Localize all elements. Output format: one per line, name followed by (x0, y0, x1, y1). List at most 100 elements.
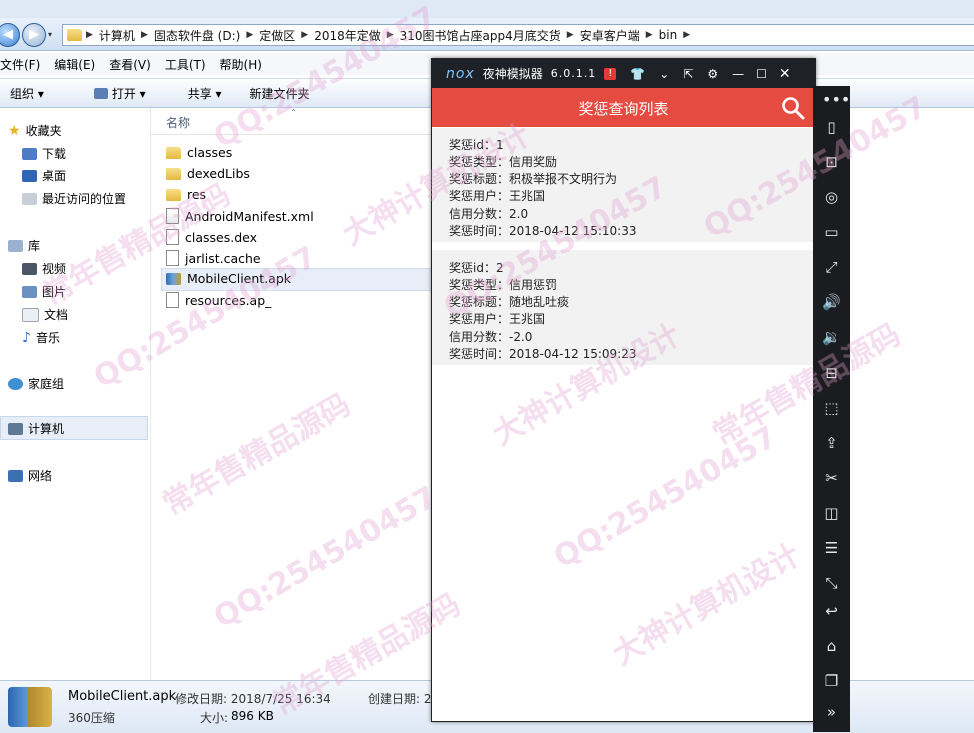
nav-favorites[interactable]: ★ 收藏夹 (8, 122, 62, 139)
file-item-name: AndroidManifest.xml (185, 208, 314, 224)
volume-up-icon[interactable]: 🔊 (822, 293, 841, 312)
nav-pictures-label: 图片 (42, 285, 67, 299)
folder-icon (166, 146, 181, 159)
address-toolbar: ◀ ▶ ▾ ▶ 计算机 ▶ 固态软件盘 (D:) ▶ 定做区 ▶ 2018年定做 ▶ 3… (0, 18, 974, 51)
breadcrumb-drive[interactable]: 固态软件盘 (D:) (148, 27, 246, 44)
multi-instance-icon[interactable]: ◫ (822, 504, 841, 523)
nav-music[interactable]: ♪ 音乐 (22, 329, 60, 346)
nav-videos[interactable]: 视频 (22, 260, 66, 277)
folder-icon (67, 29, 82, 41)
record-card[interactable]: 奖惩id：1 奖惩类型：信用奖励 奖惩标题：积极举报不文明行为 奖惩用户：王兆国… (432, 128, 813, 246)
search-icon[interactable] (781, 96, 805, 120)
nav-pictures[interactable]: 图片 (22, 283, 66, 300)
install-apk-icon[interactable]: ⇪ (822, 434, 841, 453)
address-bar[interactable]: ▶ 计算机 ▶ 固态软件盘 (D:) ▶ 定做区 ▶ 2018年定做 ▶ 310图书馆占… (62, 24, 974, 46)
forward-button[interactable]: ▶ (22, 23, 46, 47)
pin-icon[interactable]: ⇱ (683, 67, 693, 81)
nav-downloads-label: 下载 (42, 147, 67, 161)
recent-apps-icon[interactable]: ❐ (822, 672, 841, 691)
file-item[interactable]: AndroidManifest.xml (166, 208, 314, 224)
library-icon (8, 239, 23, 252)
chevron-right-icon: ▶ (246, 30, 254, 40)
value-time: 2018-04-12 15:10:33 (509, 224, 637, 238)
record-score: 信用分数：-2.0 (449, 328, 532, 345)
breadcrumb-android-client[interactable]: 安卓客户端 (574, 27, 646, 44)
menu-view[interactable]: 查看(V) (109, 56, 159, 73)
menu-icon[interactable]: ☰ (822, 539, 841, 558)
screenshot-icon[interactable]: ⬚ (822, 399, 841, 418)
home-icon[interactable]: ⌂ (822, 637, 841, 656)
shirt-icon[interactable]: 👕 (630, 67, 645, 81)
keyboard-icon[interactable]: ▭ (822, 223, 841, 242)
file-item-name: jarlist.cache (185, 250, 261, 266)
share-button[interactable]: 共享 ▾ (178, 85, 232, 102)
expand-icon[interactable]: » (822, 703, 841, 722)
location-icon[interactable]: ◎ (822, 188, 841, 207)
nav-desktop[interactable]: 桌面 (22, 167, 66, 184)
file-item[interactable]: classes (166, 145, 232, 160)
nav-libraries-label: 库 (28, 239, 41, 253)
file-item[interactable]: jarlist.cache (166, 250, 261, 266)
fullscreen-icon[interactable]: ⤢ (822, 258, 841, 277)
back-button[interactable]: ◀ (0, 23, 20, 47)
record-id: 奖惩id：2 (449, 259, 504, 276)
header-divider (151, 134, 441, 135)
label-score: 信用分数： (449, 207, 510, 221)
menu-tools[interactable]: 工具(T) (165, 56, 214, 73)
menu-edit[interactable]: 编辑(E) (54, 56, 103, 73)
alert-icon[interactable]: ! (604, 67, 617, 80)
scissors-icon[interactable]: ✂ (822, 469, 841, 488)
file-item[interactable]: res (166, 187, 206, 202)
folder-icon (166, 167, 181, 180)
nav-downloads[interactable]: 下载 (22, 145, 66, 162)
history-dropdown-icon[interactable]: ▾ (48, 30, 56, 39)
back-icon[interactable]: ↩ (822, 602, 841, 621)
nav-videos-label: 视频 (42, 262, 67, 276)
breadcrumb-2018[interactable]: 2018年定做 (308, 27, 387, 44)
shrink-icon[interactable]: ⤡ (822, 574, 841, 593)
label-score: 信用分数： (449, 330, 510, 344)
gear-icon[interactable]: ⚙ (707, 67, 718, 81)
open-button[interactable]: 打开 ▾ (84, 85, 156, 102)
sort-arrow-icon: ⌃ (290, 108, 297, 117)
nav-desktop-label: 桌面 (42, 169, 67, 183)
record-card[interactable]: 奖惩id：2 奖惩类型：信用惩罚 奖惩标题：随地乱吐痰 奖惩用户：王兆国 信用分… (432, 250, 813, 369)
nav-libraries[interactable]: 库 (8, 237, 40, 254)
chevron-down-icon[interactable]: ⌄ (659, 67, 669, 81)
nav-network[interactable]: 网络 (8, 467, 52, 484)
nav-computer[interactable]: 计算机 (8, 420, 64, 437)
column-header-name[interactable]: 名称 (166, 114, 190, 131)
organize-button[interactable]: 组织 ▾ (0, 85, 54, 102)
menu-file[interactable]: 文件(F) (0, 56, 48, 73)
maximize-icon[interactable]: ☐ (756, 67, 767, 81)
toolbox-icon[interactable]: ⊟ (822, 364, 841, 383)
menu-help[interactable]: 帮助(H) (220, 56, 270, 73)
minimize-icon[interactable]: — (732, 67, 744, 81)
file-item[interactable]: MobileClient.apk (166, 271, 291, 286)
breadcrumb-project[interactable]: 310图书馆占座app4月底交货 (394, 27, 567, 44)
nav-homegroup[interactable]: 家庭组 (8, 375, 64, 392)
robot-icon[interactable]: ⊡ (822, 153, 841, 172)
breadcrumb-computer[interactable]: 计算机 (93, 27, 141, 44)
file-item[interactable]: resources.ap_ (166, 292, 271, 308)
close-icon[interactable]: ✕ (779, 66, 791, 82)
breadcrumb-bin[interactable]: bin (653, 28, 684, 42)
breadcrumb-custom-area[interactable]: 定做区 (253, 27, 301, 44)
new-folder-button[interactable]: 新建文件夹 (240, 85, 320, 102)
value-title: 随地乱吐痰 (509, 295, 570, 309)
volume-down-icon[interactable]: 🔉 (822, 328, 841, 347)
archive-large-icon (8, 687, 52, 727)
chevron-right-icon: ▶ (386, 30, 394, 40)
nav-recent[interactable]: 最近访问的位置 (22, 190, 126, 207)
record-title: 奖惩标题：随地乱吐痰 (449, 293, 569, 310)
record-score: 信用分数：2.0 (449, 205, 528, 222)
file-item[interactable]: classes.dex (166, 229, 257, 245)
nav-documents[interactable]: 文档 (22, 306, 68, 323)
more-icon[interactable]: ••• (822, 90, 850, 109)
phone-icon[interactable]: ▯ (822, 118, 841, 137)
value-score: 2.0 (509, 207, 529, 221)
folder-icon (166, 188, 181, 201)
video-icon (22, 262, 37, 275)
value-id: 1 (495, 138, 504, 152)
file-item[interactable]: dexedLibs (166, 166, 250, 181)
